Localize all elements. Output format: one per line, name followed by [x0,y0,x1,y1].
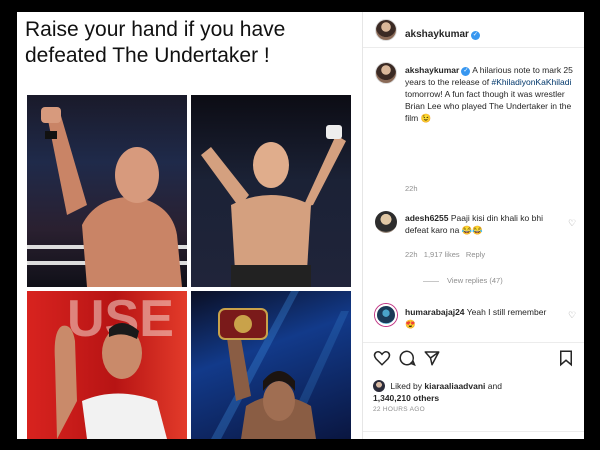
heart-icon[interactable] [373,349,391,367]
photo-actor: USE [27,291,187,439]
post-actions: Liked by kiaraaliaadvani and 1,340,210 o… [363,342,584,439]
verified-badge-icon: ✓ [461,67,471,76]
caption-hashtag[interactable]: #KhiladiyonKaKhiladi [491,77,571,87]
comment-like-heart-icon[interactable]: ♡ [568,218,576,229]
caption-time[interactable]: 22h [405,184,418,193]
comment-body: humarabajaj24 Yeah I still remember 😍 [405,306,555,330]
comment-body: adesh6255 Paaji kisi din khali ko bhi de… [405,212,555,236]
caption-text-2: tomorrow! A fun fact though it was wrest… [405,89,572,123]
comment-likes[interactable]: 1,917 likes [424,250,460,259]
caption-avatar[interactable] [375,62,397,84]
photo-wrestler-1 [27,95,187,287]
photo-wrestler-belt [191,291,351,439]
comment-username[interactable]: humarabajaj24 [405,307,465,317]
post-headline: Raise your hand if you have defeated The… [25,18,286,67]
post-timestamp[interactable]: 22 HOURS AGO [373,406,425,413]
share-icon[interactable] [423,349,441,367]
comment-icon[interactable] [398,349,416,367]
view-replies-label: View replies (47) [447,276,503,285]
post-sidebar: akshaykumar ✓ akshaykumar ✓ A hilarious no… [362,12,584,439]
verified-badge-icon: ✓ [470,31,480,40]
bookmark-icon[interactable] [557,349,575,367]
comment-avatar[interactable] [375,211,397,233]
caption-body: akshaykumar ✓ A hilarious note to mark 25… [405,64,577,124]
instagram-post-frame: Raise your hand if you have defeated The… [17,12,584,439]
photo-wrestler-2 [191,95,351,287]
add-comment-bar[interactable] [363,431,584,439]
author-avatar[interactable] [375,19,397,41]
comment-reply-button[interactable]: Reply [466,250,485,259]
replies-divider [423,280,439,282]
post-header: akshaykumar ✓ [363,12,584,48]
view-replies-button[interactable]: View replies (47) [423,276,503,285]
liked-by-user[interactable]: kiaraaliaadvani [424,381,485,391]
author-name-row: akshaykumar ✓ [405,24,480,42]
comments-list: akshaykumar ✓ A hilarious note to mark 25… [363,48,584,342]
comment-time[interactable]: 22h [405,250,418,259]
likes-summary: Liked by kiaraaliaadvani and 1,340,210 o… [373,380,578,404]
likes-count[interactable]: 1,340,210 others [373,393,439,403]
author-username[interactable]: akshaykumar [405,29,469,40]
comment-avatar[interactable] [375,304,397,326]
comment-meta: 22h 1,917 likes Reply [405,250,485,259]
liked-by-and: and [487,381,502,391]
post-image[interactable]: Raise your hand if you have defeated The… [17,12,362,439]
comment-like-heart-icon[interactable]: ♡ [568,310,576,321]
liker-avatar[interactable] [373,380,385,392]
caption-username[interactable]: akshaykumar [405,65,459,75]
comment-username[interactable]: adesh6255 [405,213,448,223]
liked-by-prefix: Liked by [390,381,423,391]
